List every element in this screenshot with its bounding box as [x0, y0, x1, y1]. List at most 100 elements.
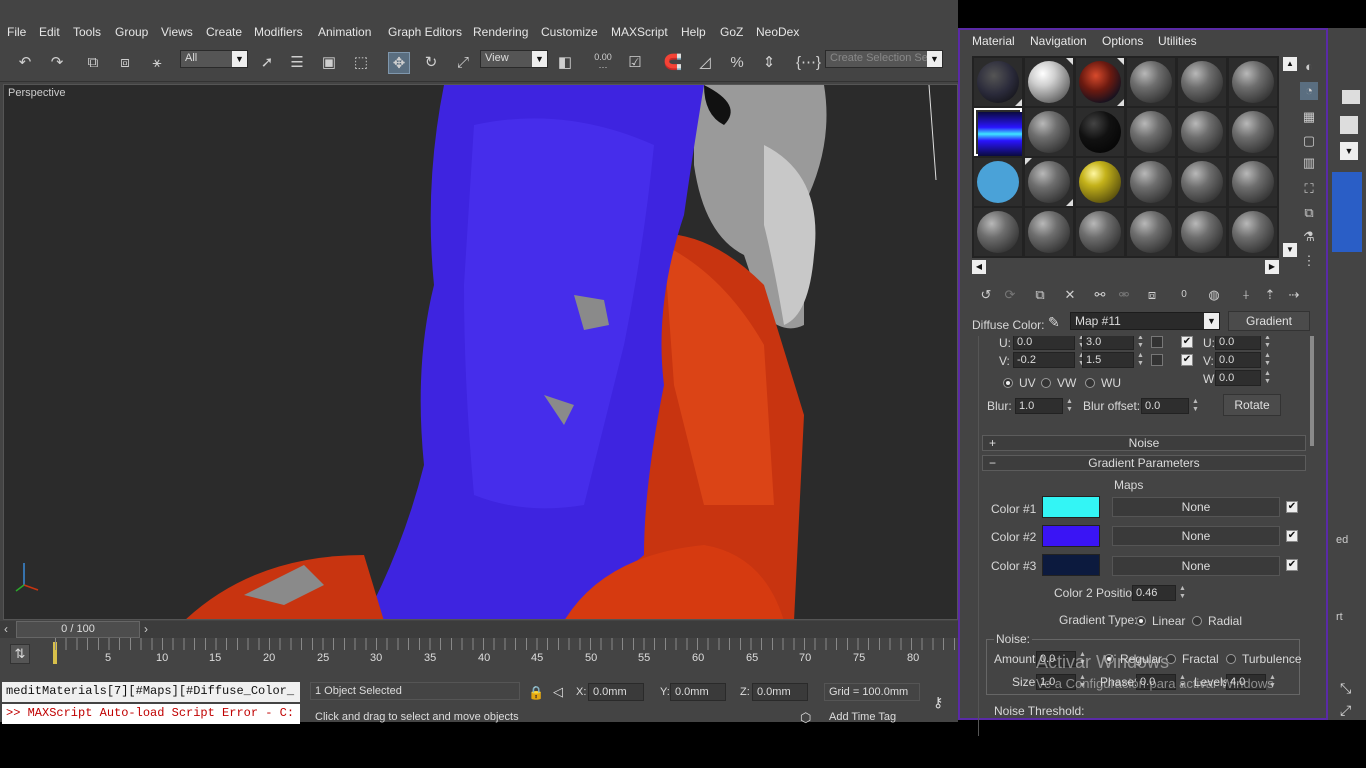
spinner-icon[interactable]: ▲▼ [1178, 585, 1187, 601]
spinner-icon[interactable]: ▲▼ [1263, 370, 1272, 386]
uv-radio[interactable] [1003, 378, 1013, 388]
x-coordinate-field[interactable]: 0.0mm [588, 683, 644, 701]
undo-icon[interactable]: ↶ [14, 52, 36, 74]
sample-slot[interactable] [1127, 158, 1175, 206]
radial-radio[interactable] [1192, 616, 1202, 626]
sample-slot[interactable] [1076, 208, 1124, 256]
get-material-icon[interactable]: ↺ [976, 286, 996, 304]
backlight-icon[interactable]: ◔ [1300, 82, 1318, 100]
vw-radio[interactable] [1041, 378, 1051, 388]
v-offset-field[interactable]: -0.2 [1013, 352, 1075, 368]
sample-slot[interactable] [974, 208, 1022, 256]
color1-swatch[interactable] [1042, 496, 1100, 518]
sample-slot[interactable] [1025, 58, 1073, 106]
sample-slot[interactable] [1076, 58, 1124, 106]
pivot-center-icon[interactable]: ◧ [554, 52, 576, 74]
spinner-icon[interactable]: ▲▼ [1136, 336, 1145, 350]
maxscript-listener-output[interactable]: >> MAXScript Auto-load Script Error - C: [2, 704, 300, 724]
sample-slot[interactable] [1025, 158, 1073, 206]
select-rotate-icon[interactable]: ↻ [420, 52, 442, 74]
window-crossing-icon[interactable]: ⬚ [350, 52, 372, 74]
sample-slot[interactable] [1127, 58, 1175, 106]
zoom-extents-icon[interactable]: ⤢ [1340, 702, 1351, 719]
video-color-check-icon[interactable]: ▥ [1300, 154, 1318, 172]
select-by-name-icon[interactable]: ☰ [286, 52, 308, 74]
blur-field[interactable]: 1.0 [1015, 398, 1063, 414]
snap-toggle-icon[interactable]: 🧲 [662, 52, 684, 74]
maximize-viewport-icon[interactable]: ⤡ [1340, 680, 1351, 697]
noise-rollout-header[interactable]: + Noise [982, 435, 1306, 451]
menu-maxscript[interactable]: MAXScript [611, 25, 668, 39]
background-checker-icon[interactable]: ▦ [1300, 108, 1318, 126]
edit-named-selection-icon[interactable]: {⋯} [796, 52, 821, 74]
me-menu-options[interactable]: Options [1102, 34, 1143, 48]
reference-coordinate-dropdown[interactable]: View ▼ [480, 50, 548, 68]
menu-file[interactable]: File [7, 25, 26, 39]
panel-icon[interactable] [1342, 90, 1360, 104]
map-name-field[interactable]: Map #11 ▼ [1070, 312, 1220, 330]
sample-slot[interactable] [974, 58, 1022, 106]
color2-swatch[interactable] [1042, 525, 1100, 547]
sample-slot[interactable] [1178, 158, 1226, 206]
menu-goz[interactable]: GoZ [720, 25, 743, 39]
v-tiling-field[interactable]: 1.5 [1082, 352, 1134, 368]
make-unique-icon[interactable]: ⚮ [1114, 286, 1134, 304]
menu-group[interactable]: Group [115, 25, 148, 39]
link-icon[interactable]: ⧉ [82, 52, 104, 74]
wu-radio[interactable] [1085, 378, 1095, 388]
map-type-button[interactable]: Gradient [1228, 311, 1310, 331]
v-tile-checkbox[interactable]: ✔ [1181, 354, 1193, 366]
scroll-left-icon[interactable]: ◀ [972, 260, 986, 274]
u-tiling-field[interactable]: 3.0 [1082, 336, 1134, 350]
spinner-icon[interactable]: ▲▼ [1136, 352, 1145, 368]
menu-modifiers[interactable]: Modifiers [254, 25, 303, 39]
menu-tools[interactable]: Tools [73, 25, 101, 39]
show-map-in-viewport-icon[interactable]: ◍ [1204, 286, 1224, 304]
sample-slot[interactable] [1178, 208, 1226, 256]
color1-map-button[interactable]: None [1112, 497, 1280, 517]
select-scale-icon[interactable]: ⤢ [452, 52, 474, 74]
track-bar[interactable]: ⇅ 5 10 15 20 25 30 35 40 45 50 55 60 65 … [0, 638, 958, 674]
spinner-icon[interactable]: ▲▼ [1065, 398, 1074, 414]
spinner-icon[interactable]: ▲▼ [1263, 352, 1272, 368]
menu-graph-editors[interactable]: Graph Editors [388, 25, 462, 39]
me-menu-navigation[interactable]: Navigation [1030, 34, 1087, 48]
reset-map-icon[interactable]: ✕ [1060, 286, 1080, 304]
color2-map-checkbox[interactable]: ✔ [1286, 530, 1298, 542]
bind-space-warp-icon[interactable]: ⚹ [146, 52, 168, 74]
show-end-result-icon[interactable]: ⍭ [1236, 286, 1256, 304]
mini-curve-editor-icon[interactable]: ⇅ [10, 644, 30, 664]
u-offset-field[interactable]: 0.0 [1013, 336, 1075, 350]
gradient-params-rollout-header[interactable]: − Gradient Parameters [982, 455, 1306, 471]
u-angle-field[interactable]: 0.0 [1215, 336, 1261, 350]
sample-slot[interactable] [1127, 208, 1175, 256]
v-mirror-checkbox[interactable] [1151, 354, 1163, 366]
w-angle-field[interactable]: 0.0 [1215, 370, 1261, 386]
select-move-icon[interactable]: ✥ [388, 52, 410, 74]
v-angle-field[interactable]: 0.0 [1215, 352, 1261, 368]
scroll-up-icon[interactable]: ▲ [1283, 57, 1297, 71]
spinner-snap-icon[interactable]: ⇕ [758, 52, 780, 74]
color2-map-button[interactable]: None [1112, 526, 1280, 546]
menu-create[interactable]: Create [206, 25, 242, 39]
scroll-down-icon[interactable]: ▼ [1283, 243, 1297, 257]
sample-slot[interactable] [1076, 158, 1124, 206]
panel-icon[interactable] [1340, 116, 1358, 134]
panel-scrollbar[interactable] [1310, 336, 1314, 446]
material-id-channel[interactable]: 0 [1174, 286, 1194, 304]
sample-type-icon[interactable]: ◐ [1300, 58, 1318, 76]
sample-slot[interactable] [1076, 108, 1124, 156]
selection-filter-dropdown[interactable]: All ▼ [180, 50, 248, 68]
copy-material-icon[interactable]: ⚯ [1090, 286, 1110, 304]
sample-slot[interactable] [1178, 108, 1226, 156]
sample-slot[interactable] [1229, 108, 1277, 156]
select-object-icon[interactable]: ➚ [256, 52, 278, 74]
menu-views[interactable]: Views [161, 25, 193, 39]
put-to-library-icon[interactable]: ⧈ [1142, 286, 1162, 304]
named-selection-dropdown[interactable]: Create Selection Se ▼ [825, 50, 943, 68]
scroll-right-icon[interactable]: ▶ [1265, 260, 1279, 274]
select-by-material-icon[interactable]: ⚗ [1300, 228, 1318, 246]
color3-map-checkbox[interactable]: ✔ [1286, 559, 1298, 571]
menu-animation[interactable]: Animation [318, 25, 371, 39]
sample-slot[interactable] [1127, 108, 1175, 156]
